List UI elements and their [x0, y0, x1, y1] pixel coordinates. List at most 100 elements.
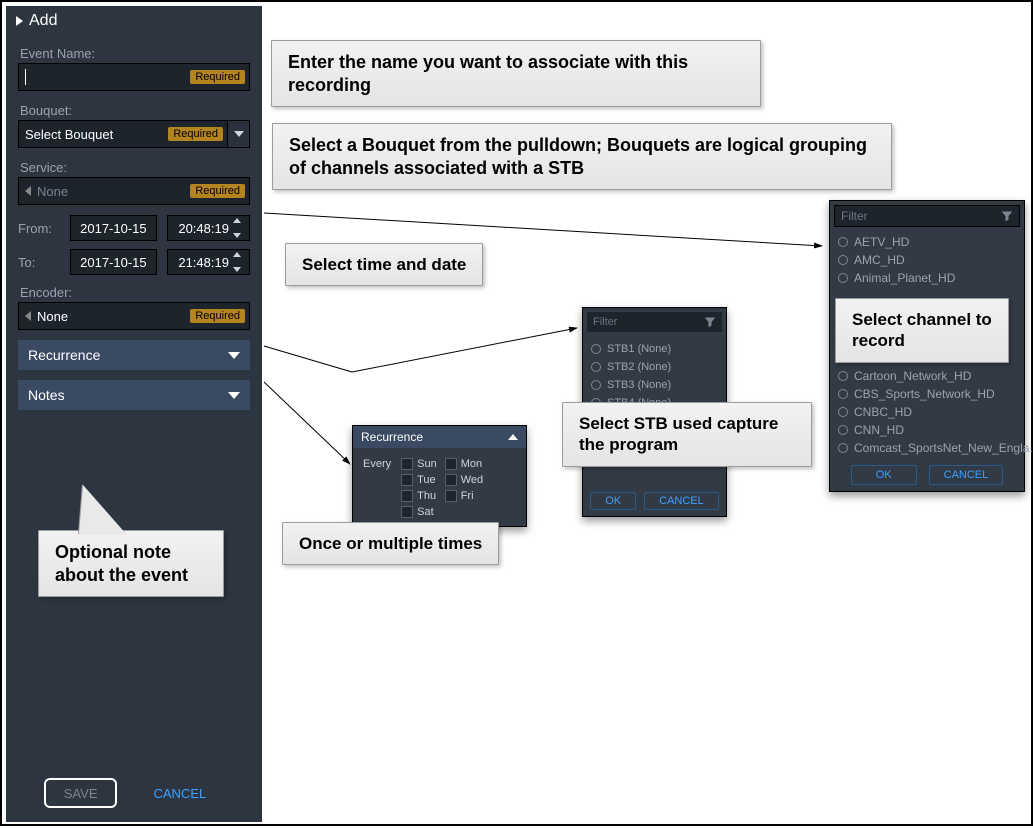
callout-stb: Select STB used capture the program	[562, 402, 812, 467]
chevron-down-icon	[228, 392, 240, 399]
spinner-icon[interactable]	[233, 218, 247, 238]
channel-buttons: OK CANCEL	[830, 459, 1024, 491]
checkbox-icon	[445, 474, 457, 486]
filter-placeholder: Filter	[593, 316, 617, 328]
channel-item[interactable]: AMC_HD	[838, 251, 1016, 269]
radio-icon	[838, 237, 848, 247]
checkbox-icon	[401, 506, 413, 518]
from-time-value: 20:48:19	[178, 221, 229, 236]
channel-item[interactable]: Cartoon_Network_HD	[838, 367, 1016, 385]
from-time-input[interactable]: 20:48:19	[167, 215, 250, 241]
checkbox-icon	[445, 490, 457, 502]
required-badge: Required	[190, 70, 245, 84]
callout-channel: Select channel to record	[835, 298, 1009, 363]
service-dropdown[interactable]: None Required	[18, 177, 250, 205]
triangle-right-icon	[16, 16, 23, 26]
channel-item[interactable]: AETV_HD	[838, 233, 1016, 251]
to-time-value: 21:48:19	[178, 255, 229, 270]
radio-icon	[591, 344, 601, 354]
footer-buttons: SAVE CANCEL	[6, 778, 262, 808]
radio-icon	[591, 362, 601, 372]
callout-notes: Optional note about the event	[38, 530, 224, 597]
radio-icon	[591, 380, 601, 390]
recurrence-expander[interactable]: Recurrence	[18, 340, 250, 370]
encoder-label: Encoder:	[6, 279, 262, 302]
from-date-input[interactable]: 2017-10-15	[70, 215, 158, 241]
channel-item[interactable]: Animal_Planet_HD	[838, 269, 1016, 287]
to-row: To: 2017-10-15 21:48:19	[6, 245, 262, 279]
event-name-input[interactable]: Required	[18, 63, 250, 91]
channel-item[interactable]: Comcast_SportsNet_New_Engla...	[838, 439, 1016, 457]
radio-icon	[838, 389, 848, 399]
cancel-button[interactable]: CANCEL	[929, 465, 1004, 485]
recurrence-popup: Recurrence Every Sun Mon Tue Wed Thu Fri…	[352, 425, 527, 527]
callout-bouquet: Select a Bouquet from the pulldown; Bouq…	[272, 123, 892, 190]
stb-item[interactable]: STB2 (None)	[591, 358, 718, 376]
from-label: From:	[18, 221, 60, 236]
radio-icon	[838, 371, 848, 381]
chevron-down-icon	[227, 121, 249, 147]
day-sat[interactable]: Sat	[401, 506, 437, 518]
days-grid: Sun Mon Tue Wed Thu Fri Sat	[401, 458, 483, 518]
ok-button[interactable]: OK	[590, 492, 636, 510]
chevron-up-icon	[508, 434, 518, 440]
radio-icon	[838, 443, 848, 453]
required-badge: Required	[190, 309, 245, 323]
day-tue[interactable]: Tue	[401, 474, 437, 486]
day-thu[interactable]: Thu	[401, 490, 437, 502]
chevron-down-icon	[228, 352, 240, 359]
checkbox-icon	[401, 474, 413, 486]
radio-icon	[838, 255, 848, 265]
channel-filter-input[interactable]: Filter	[834, 205, 1020, 227]
bouquet-label: Bouquet:	[6, 97, 262, 120]
filter-placeholder: Filter	[841, 209, 868, 223]
stb-buttons: OK CANCEL	[583, 486, 726, 516]
ok-button[interactable]: OK	[851, 465, 917, 485]
stb-item[interactable]: STB3 (None)	[591, 376, 718, 394]
notes-label: Notes	[28, 387, 65, 403]
day-fri[interactable]: Fri	[445, 490, 483, 502]
every-label: Every	[363, 458, 391, 518]
chevron-left-icon	[25, 311, 31, 321]
event-name-label: Event Name:	[6, 40, 262, 63]
to-time-input[interactable]: 21:48:19	[167, 249, 250, 275]
checkbox-icon	[401, 458, 413, 470]
channel-item[interactable]: CNN_HD	[838, 421, 1016, 439]
save-button[interactable]: SAVE	[44, 778, 118, 808]
to-date-input[interactable]: 2017-10-15	[70, 249, 158, 275]
radio-icon	[838, 273, 848, 283]
day-wed[interactable]: Wed	[445, 474, 483, 486]
add-event-panel: Add Event Name: Required Bouquet: Select…	[6, 6, 262, 822]
day-sun[interactable]: Sun	[401, 458, 437, 470]
panel-title: Add	[29, 12, 57, 30]
callout-recurrence: Once or multiple times	[282, 522, 499, 565]
recurrence-popup-title: Recurrence	[361, 430, 423, 444]
channel-item[interactable]: CBS_Sports_Network_HD	[838, 385, 1016, 403]
to-label: To:	[18, 255, 60, 270]
filter-icon	[1001, 210, 1013, 222]
cancel-button[interactable]: CANCEL	[644, 492, 719, 510]
bouquet-dropdown[interactable]: Select Bouquet Required	[18, 120, 250, 148]
spinner-icon[interactable]	[233, 252, 247, 272]
required-badge: Required	[168, 127, 223, 141]
service-label: Service:	[6, 154, 262, 177]
day-mon[interactable]: Mon	[445, 458, 483, 470]
cancel-button[interactable]: CANCEL	[135, 778, 224, 808]
radio-icon	[838, 425, 848, 435]
chevron-left-icon	[25, 186, 31, 196]
required-badge: Required	[190, 184, 245, 198]
panel-title-row: Add	[6, 6, 262, 40]
notes-expander[interactable]: Notes	[18, 380, 250, 410]
encoder-dropdown[interactable]: None Required	[18, 302, 250, 330]
checkbox-icon	[445, 458, 457, 470]
checkbox-icon	[401, 490, 413, 502]
channel-list-bottom: Cartoon_Network_HD CBS_Sports_Network_HD…	[830, 365, 1024, 459]
channel-list-top: AETV_HD AMC_HD Animal_Planet_HD	[830, 231, 1024, 289]
radio-icon	[838, 407, 848, 417]
recurrence-popup-header[interactable]: Recurrence	[353, 426, 526, 448]
stb-filter-input[interactable]: Filter	[587, 312, 722, 332]
stb-item[interactable]: STB1 (None)	[591, 340, 718, 358]
channel-item[interactable]: CNBC_HD	[838, 403, 1016, 421]
filter-icon	[704, 316, 716, 328]
callout-time: Select time and date	[285, 243, 483, 286]
